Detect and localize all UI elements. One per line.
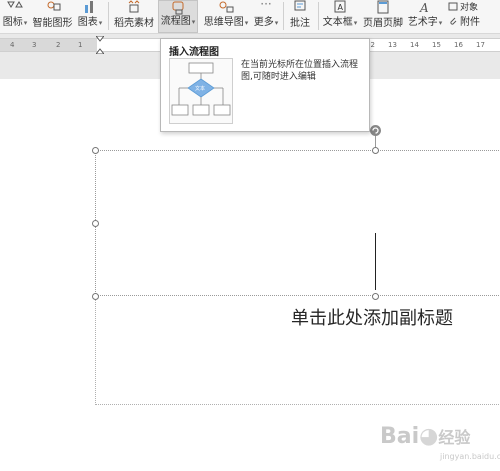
chart-button[interactable]: 图表▾ — [75, 0, 105, 33]
chart-button-label: 图表 — [77, 17, 98, 28]
object-icon — [448, 2, 458, 10]
smart-art-button[interactable]: 智能图形 — [30, 0, 75, 33]
ribbon-separator — [108, 2, 109, 30]
tooltip-title: 插入流程图 — [169, 47, 219, 58]
mindmap-button[interactable]: 思维导图▾ — [201, 0, 251, 33]
docer-material-label: 稻壳素材 — [114, 18, 154, 29]
ruler-number: 15 — [432, 41, 441, 49]
icon-button[interactable]: 图标▾ — [0, 0, 30, 33]
wordart-button-label: 艺术字 — [407, 17, 438, 28]
paperclip-icon — [450, 17, 457, 25]
resize-handle[interactable] — [92, 147, 99, 154]
text-cursor — [375, 233, 376, 290]
ruler-number: 13 — [388, 41, 397, 49]
textbox-icon: A — [334, 0, 346, 13]
flowchart-icon — [172, 1, 184, 15]
comment-button-label: 批注 — [290, 18, 310, 29]
wordart-button[interactable]: A 艺术字▾ — [406, 0, 444, 33]
object-button-label: 对象 — [460, 3, 479, 13]
resize-handle[interactable] — [372, 147, 379, 154]
ruler-number: 16 — [454, 41, 463, 49]
resize-handle[interactable] — [372, 293, 379, 300]
ruler-number: 14 — [410, 41, 419, 49]
attachment-button[interactable]: 附件 — [448, 13, 480, 28]
title-placeholder-box[interactable] — [95, 150, 500, 296]
material-icon — [128, 0, 140, 13]
ruler-number: 1 — [78, 41, 83, 49]
wps-writer-window: 图标▾ 智能图形 图表▾ 稻壳素材 流程图▾ 思维导图▾ ··· 更多▾ 批注 … — [0, 0, 500, 471]
tooltip-description: 在当前光标所在位置插入流程图,可随时进入编辑 — [241, 60, 359, 82]
more-button[interactable]: ··· 更多▾ — [251, 0, 281, 33]
flowchart-button[interactable]: 流程图▾ — [158, 0, 198, 33]
header-footer-label: 页眉页脚 — [363, 18, 403, 29]
icon-gallery-icon — [7, 1, 23, 8]
attachment-button-label: 附件 — [460, 17, 480, 28]
mindmap-icon — [219, 1, 234, 13]
svg-text:A: A — [338, 3, 344, 12]
ribbon-separator — [283, 2, 284, 30]
smart-art-label: 智能图形 — [32, 18, 73, 29]
flowchart-tooltip: 插入流程图 文本 在当前光标所在位置插入流程图,可随时进入编辑 — [160, 38, 370, 132]
flowchart-preview: 文本 — [169, 58, 233, 124]
svg-text:文本: 文本 — [195, 85, 205, 92]
watermark-url: jingyan.baidu.com — [440, 452, 500, 461]
more-button-label: 更多 — [253, 17, 274, 28]
comment-button[interactable]: 批注 — [286, 0, 314, 33]
baidu-jingyan-watermark: Bai◕经验 — [380, 424, 471, 449]
textbox-button-label: 文本框 — [322, 17, 353, 28]
docer-material-button[interactable]: 稻壳素材 — [112, 0, 156, 33]
object-button[interactable]: 对象 — [448, 0, 478, 13]
resize-handle[interactable] — [92, 220, 99, 227]
resize-handle[interactable] — [92, 293, 99, 300]
header-footer-button[interactable]: 页眉页脚 — [361, 0, 405, 33]
bar-chart-icon — [85, 1, 93, 13]
more-dots-icon: ··· — [260, 0, 272, 11]
svg-text:A: A — [419, 1, 429, 14]
rotate-handle-icon[interactable] — [369, 124, 382, 137]
ruler-number: 4 — [10, 41, 15, 49]
textbox-button[interactable]: A 文本框▾ — [320, 0, 360, 33]
ribbon-separator — [318, 2, 319, 30]
icon-button-label: 图标 — [2, 17, 23, 28]
flowchart-preview-icon: 文本 — [171, 62, 231, 116]
ruler-number: 2 — [56, 41, 61, 49]
subtitle-placeholder-text[interactable]: 单击此处添加副标题 — [291, 304, 453, 330]
comment-icon — [294, 0, 306, 11]
paw-icon: ◕ — [419, 424, 439, 449]
flowchart-button-label: 流程图 — [160, 16, 191, 27]
mindmap-button-label: 思维导图 — [203, 17, 244, 28]
ruler-number: 3 — [32, 41, 37, 49]
ruler-number: 17 — [476, 41, 485, 49]
indent-marker-icon[interactable] — [96, 36, 104, 54]
small-button-group: 对象 附件 — [446, 0, 500, 33]
header-footer-icon — [377, 0, 389, 14]
insert-ribbon: 图标▾ 智能图形 图表▾ 稻壳素材 流程图▾ 思维导图▾ ··· 更多▾ 批注 … — [0, 0, 500, 34]
smart-art-icon — [47, 1, 60, 11]
wordart-icon: A — [419, 1, 429, 14]
